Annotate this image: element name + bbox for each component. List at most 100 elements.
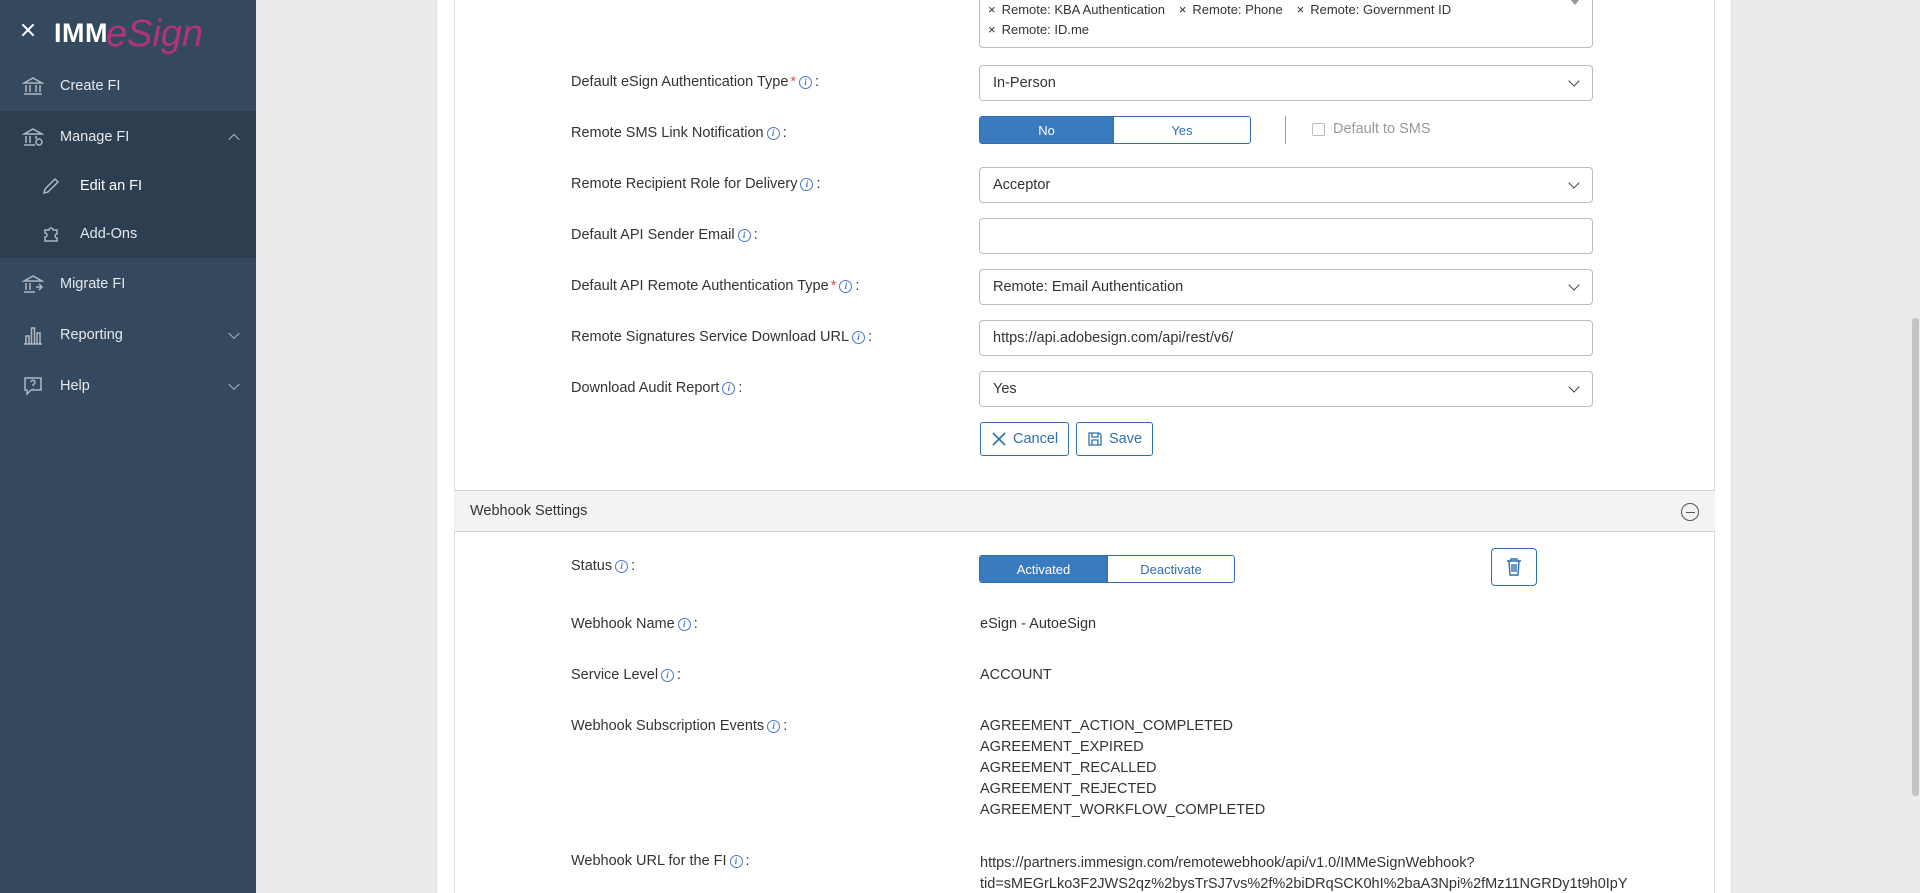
chip-label: Remote: Phone (1192, 1, 1283, 17)
subscription-events-list: AGREEMENT_ACTION_COMPLETED AGREEMENT_EXP… (980, 716, 1265, 821)
sidebar-item-label: Reporting (60, 326, 123, 343)
label-text: Service Level (571, 667, 659, 683)
sidebar: IMM eSign Create FI Manage FI Edit an FI… (0, 0, 256, 893)
remove-chip-icon[interactable]: × (1179, 2, 1187, 17)
info-icon[interactable]: i (800, 178, 814, 191)
close-icon[interactable] (18, 20, 38, 40)
main-panel: × Remote: KBA Authentication × Remote: Pho… (436, 0, 1732, 893)
sidebar-item-reporting[interactable]: Reporting (0, 309, 256, 360)
chevron-down-icon (1568, 177, 1580, 189)
checkbox-label: Default to SMS (1333, 121, 1431, 137)
recipient-role-label: Remote Recipient Role for Delivery i: (571, 176, 820, 192)
label-text: Remote Signatures Service Download URL (571, 329, 850, 345)
colon: : (815, 74, 820, 90)
sidebar-item-help[interactable]: Help (0, 360, 256, 411)
bank-arrow-icon (22, 273, 44, 295)
sms-link-label: Remote SMS Link Notification i: (571, 125, 787, 141)
close-icon (992, 432, 1006, 446)
chip: × Remote: ID.me (988, 19, 1089, 39)
collapse-circle-icon[interactable] (1681, 503, 1699, 521)
label-text: Default API Remote Authentication Type (571, 278, 829, 294)
info-icon[interactable]: i (615, 560, 629, 573)
sidebar-item-manage-fi[interactable]: Manage FI (0, 111, 256, 162)
colon: : (738, 380, 743, 396)
auth-types-multiselect[interactable]: × Remote: KBA Authentication × Remote: Pho… (979, 0, 1593, 48)
api-sender-email-input[interactable] (979, 218, 1593, 254)
info-icon[interactable]: i (722, 382, 736, 395)
colon: : (753, 227, 758, 243)
logo: IMM eSign (54, 9, 203, 55)
info-icon[interactable]: i (799, 76, 813, 89)
download-url-input[interactable]: https://api.adobesign.com/api/rest/v6/ (979, 320, 1593, 356)
chip-label: Remote: KBA Authentication (1001, 1, 1165, 17)
audit-report-select[interactable]: Yes (979, 371, 1593, 407)
default-to-sms-checkbox[interactable]: Default to SMS (1312, 121, 1431, 137)
chevron-down-icon (1568, 279, 1580, 291)
remove-chip-icon[interactable]: × (988, 22, 996, 37)
chip: × Remote: Government ID (1297, 0, 1451, 19)
required-asterisk: * (790, 74, 797, 90)
info-icon[interactable]: i (839, 280, 853, 293)
info-icon[interactable]: i (729, 855, 743, 868)
colon: : (816, 176, 821, 192)
info-icon[interactable]: i (737, 229, 751, 242)
sidebar-item-label: Create FI (60, 77, 121, 94)
info-icon[interactable]: i (767, 720, 781, 733)
required-asterisk: * (830, 278, 837, 294)
chip-label: Remote: Government ID (1310, 1, 1452, 17)
dropdown-arrow-icon[interactable] (1570, 0, 1580, 5)
chevron-down-icon (1568, 381, 1580, 393)
save-button[interactable]: Save (1076, 422, 1154, 456)
sms-yes-option[interactable]: Yes (1113, 117, 1250, 143)
info-icon[interactable]: i (661, 669, 675, 682)
sms-link-toggle: No Yes (979, 116, 1251, 144)
default-auth-type-select[interactable]: In-Person (979, 65, 1593, 101)
delete-webhook-button[interactable] (1491, 548, 1537, 586)
api-remote-auth-label: Default API Remote Authentication Type * i… (571, 278, 859, 294)
label-text: Webhook Subscription Events (571, 718, 765, 734)
label-text: Remote Recipient Role for Delivery (571, 176, 798, 192)
sidebar-item-edit-fi[interactable]: Edit an FI (0, 162, 256, 210)
service-level-label: Service Level i: (571, 667, 681, 683)
recipient-role-select[interactable]: Acceptor (979, 167, 1593, 203)
colon: : (868, 329, 873, 345)
vertical-scrollbar[interactable] (1912, 318, 1919, 796)
select-value: Remote: Email Authentication (993, 279, 1184, 295)
cancel-button[interactable]: Cancel (980, 422, 1070, 456)
chevron-up-icon (228, 133, 240, 145)
activated-option[interactable]: Activated (980, 556, 1107, 582)
colon: : (782, 125, 787, 141)
info-icon[interactable]: i (766, 127, 780, 140)
sidebar-item-add-ons[interactable]: Add-Ons (0, 210, 256, 258)
select-value: Acceptor (993, 177, 1051, 193)
colon: : (693, 616, 698, 632)
webhook-name-value: eSign - AutoeSign (980, 616, 1097, 632)
remove-chip-icon[interactable]: × (1297, 2, 1305, 17)
sidebar-item-create-fi[interactable]: Create FI (0, 60, 256, 111)
url-line: https://partners.immesign.com/remotewebh… (980, 855, 1475, 871)
chevron-down-icon (1568, 75, 1580, 87)
service-level-value: ACCOUNT (980, 667, 1052, 683)
info-icon[interactable]: i (852, 331, 866, 344)
deactivate-option[interactable]: Deactivate (1107, 556, 1234, 582)
api-remote-auth-select[interactable]: Remote: Email Authentication (979, 269, 1593, 305)
select-value: Yes (993, 381, 1017, 397)
default-auth-type-label: Default eSign Authentication Type * i: (571, 74, 819, 90)
info-icon[interactable]: i (677, 618, 691, 631)
checkbox-box[interactable] (1312, 122, 1325, 136)
sidebar-item-label: Edit an FI (80, 178, 143, 194)
event-item: AGREEMENT_RECALLED (980, 760, 1157, 776)
url-line: tid=sMEGrLko3F2JWS2qz%2bysTrSJ7vs%2f%2bi… (980, 876, 1628, 892)
label-text: Default eSign Authentication Type (571, 74, 789, 90)
bank-gear-icon (22, 126, 44, 148)
webhook-status-toggle: Activated Deactivate (979, 555, 1235, 583)
bar-chart-icon (22, 324, 44, 346)
logo-esign: eSign (105, 12, 204, 55)
event-item: AGREEMENT_WORKFLOW_COMPLETED (980, 802, 1266, 818)
remove-chip-icon[interactable]: × (988, 2, 996, 17)
sms-no-option[interactable]: No (980, 117, 1113, 143)
sidebar-item-migrate-fi[interactable]: Migrate FI (0, 258, 256, 309)
select-value: In-Person (993, 75, 1056, 91)
colon: : (631, 558, 636, 574)
input-value: https://api.adobesign.com/api/rest/v6/ (993, 330, 1234, 346)
